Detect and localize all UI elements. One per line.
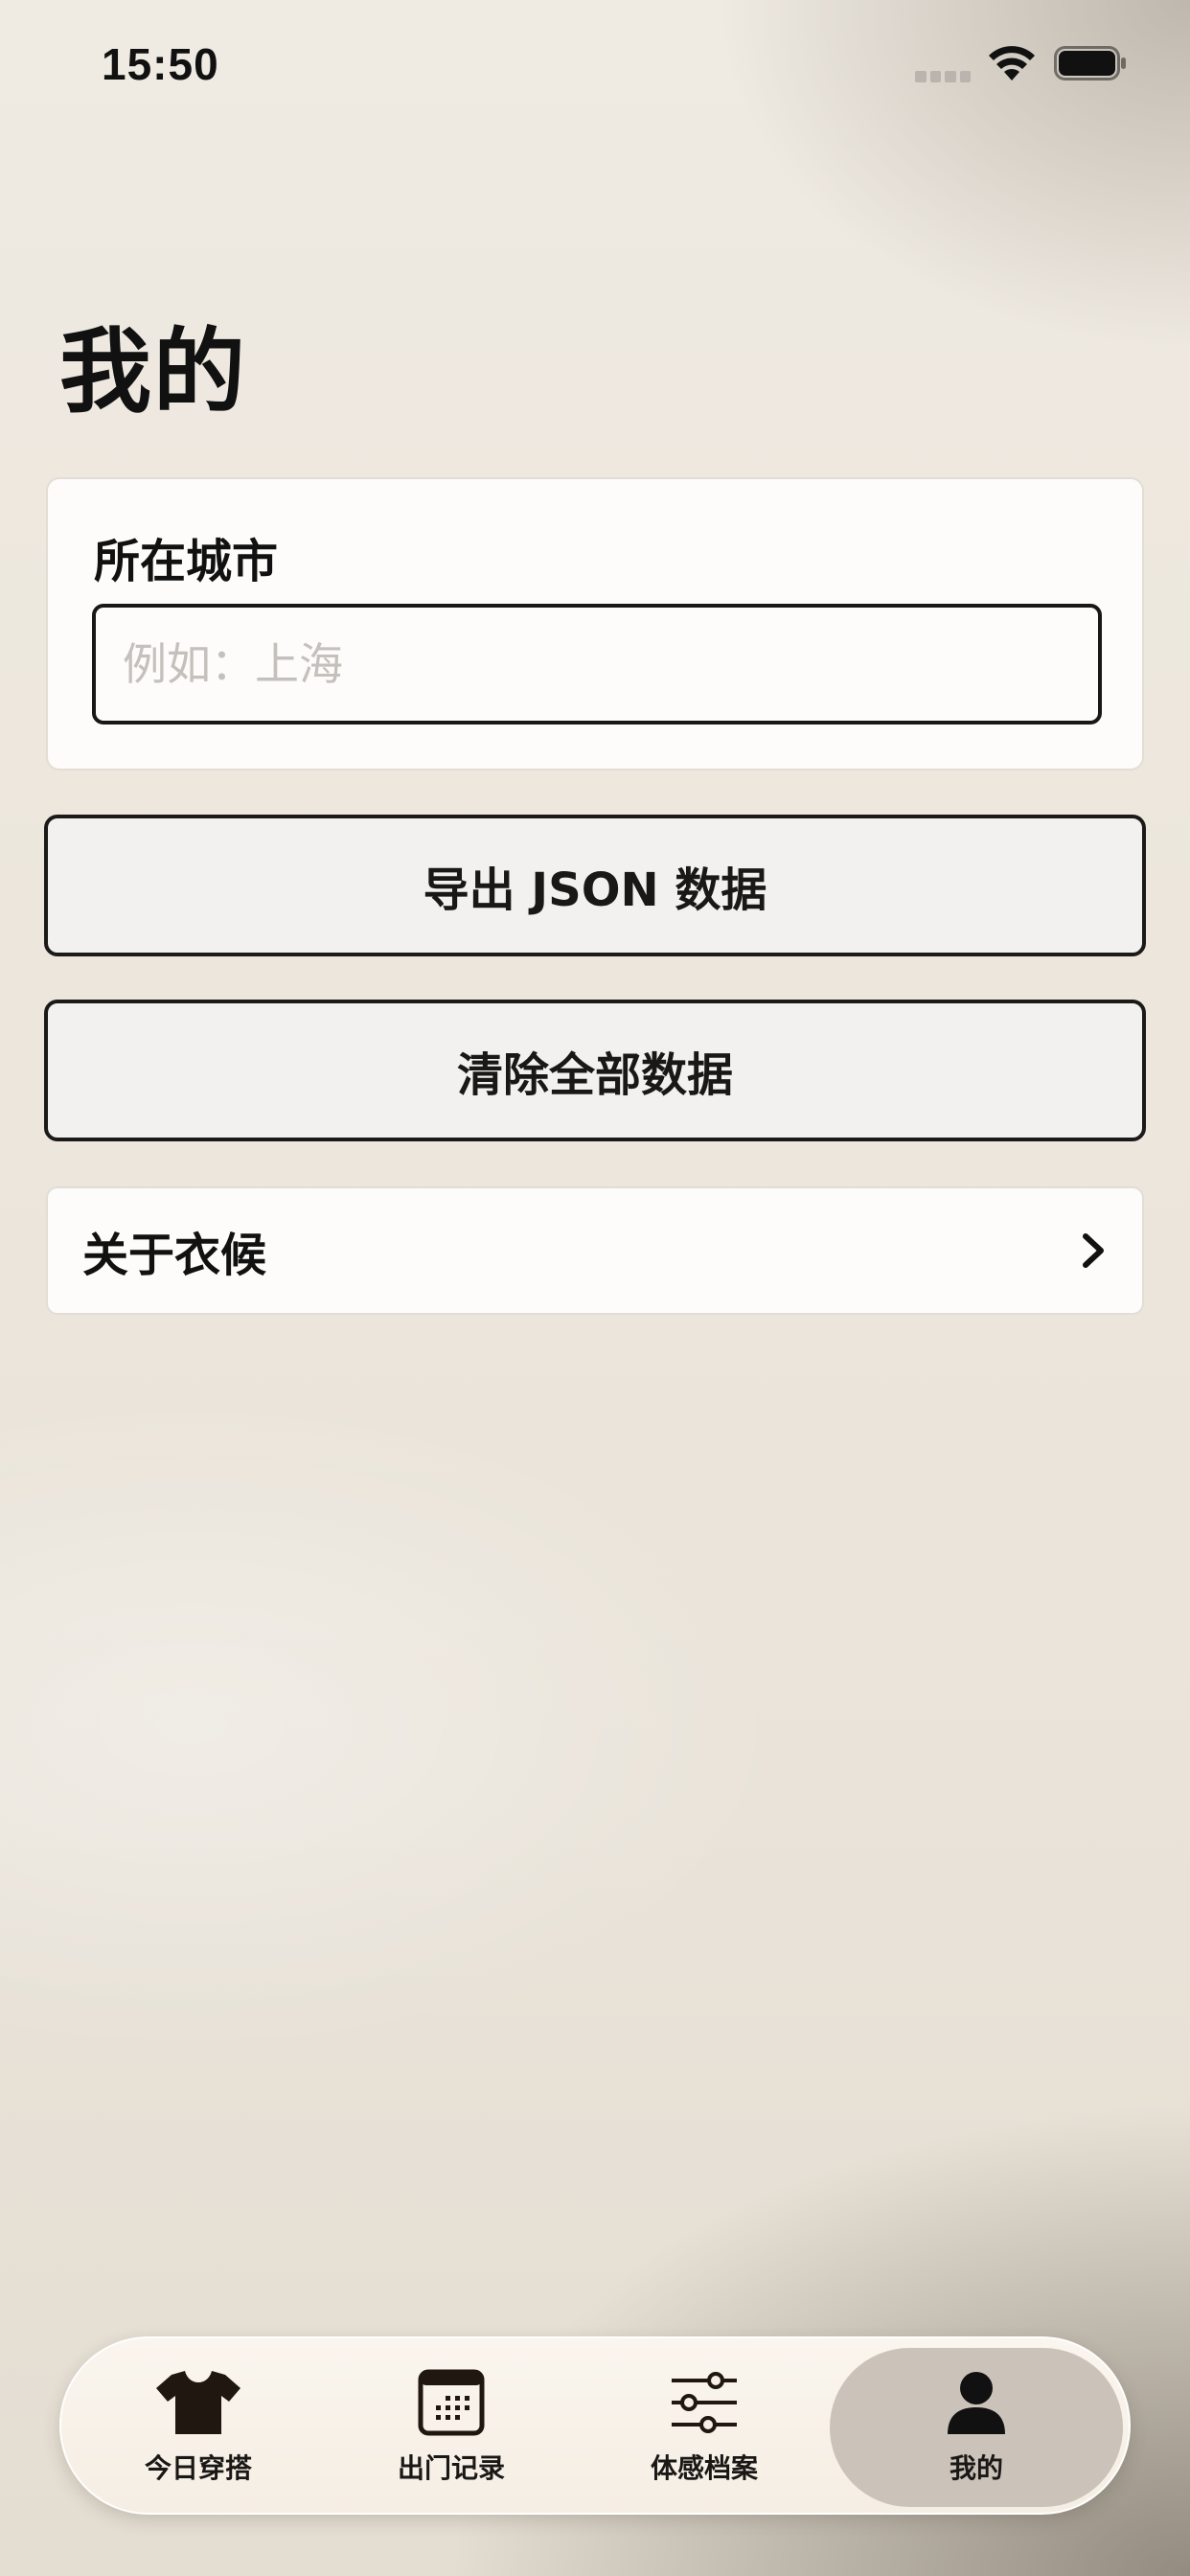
tab-label: 出门记录 [397,2452,505,2484]
tab-label: 今日穿搭 [144,2452,252,2484]
city-input[interactable] [92,604,1102,724]
tshirt-icon [156,2371,240,2434]
export-json-button[interactable]: 导出 JSON 数据 [44,815,1146,956]
sliders-icon [672,2372,737,2433]
tab-today-outfit[interactable]: 今日穿搭 [71,2348,326,2507]
person-icon [948,2372,1005,2434]
status-time: 15:50 [102,39,219,89]
tab-label: 我的 [949,2452,1003,2484]
tab-label: 体感档案 [650,2452,758,2484]
page-title: 我的 [59,318,247,426]
about-row[interactable]: 关于衣候 [46,1186,1144,1315]
tab-body-feel-profile[interactable]: 体感档案 [577,2348,832,2507]
clear-all-data-button[interactable]: 清除全部数据 [44,1000,1146,1141]
tab-mine[interactable]: 我的 [830,2348,1123,2507]
status-bar: 15:50 [0,0,1190,134]
calendar-icon [418,2369,485,2436]
city-label: 所在城市 [94,535,279,588]
tab-bar: 今日穿搭 出门记录 体感档案 我的 [59,2336,1131,2515]
wifi-icon [989,46,1035,80]
cellular-signal-icon [915,71,971,82]
city-card: 所在城市 [46,477,1144,770]
tab-outing-records[interactable]: 出门记录 [324,2348,579,2507]
chevron-right-icon [1083,1233,1104,1268]
battery-icon [1054,46,1126,80]
about-label: 关于衣候 [82,1229,267,1282]
